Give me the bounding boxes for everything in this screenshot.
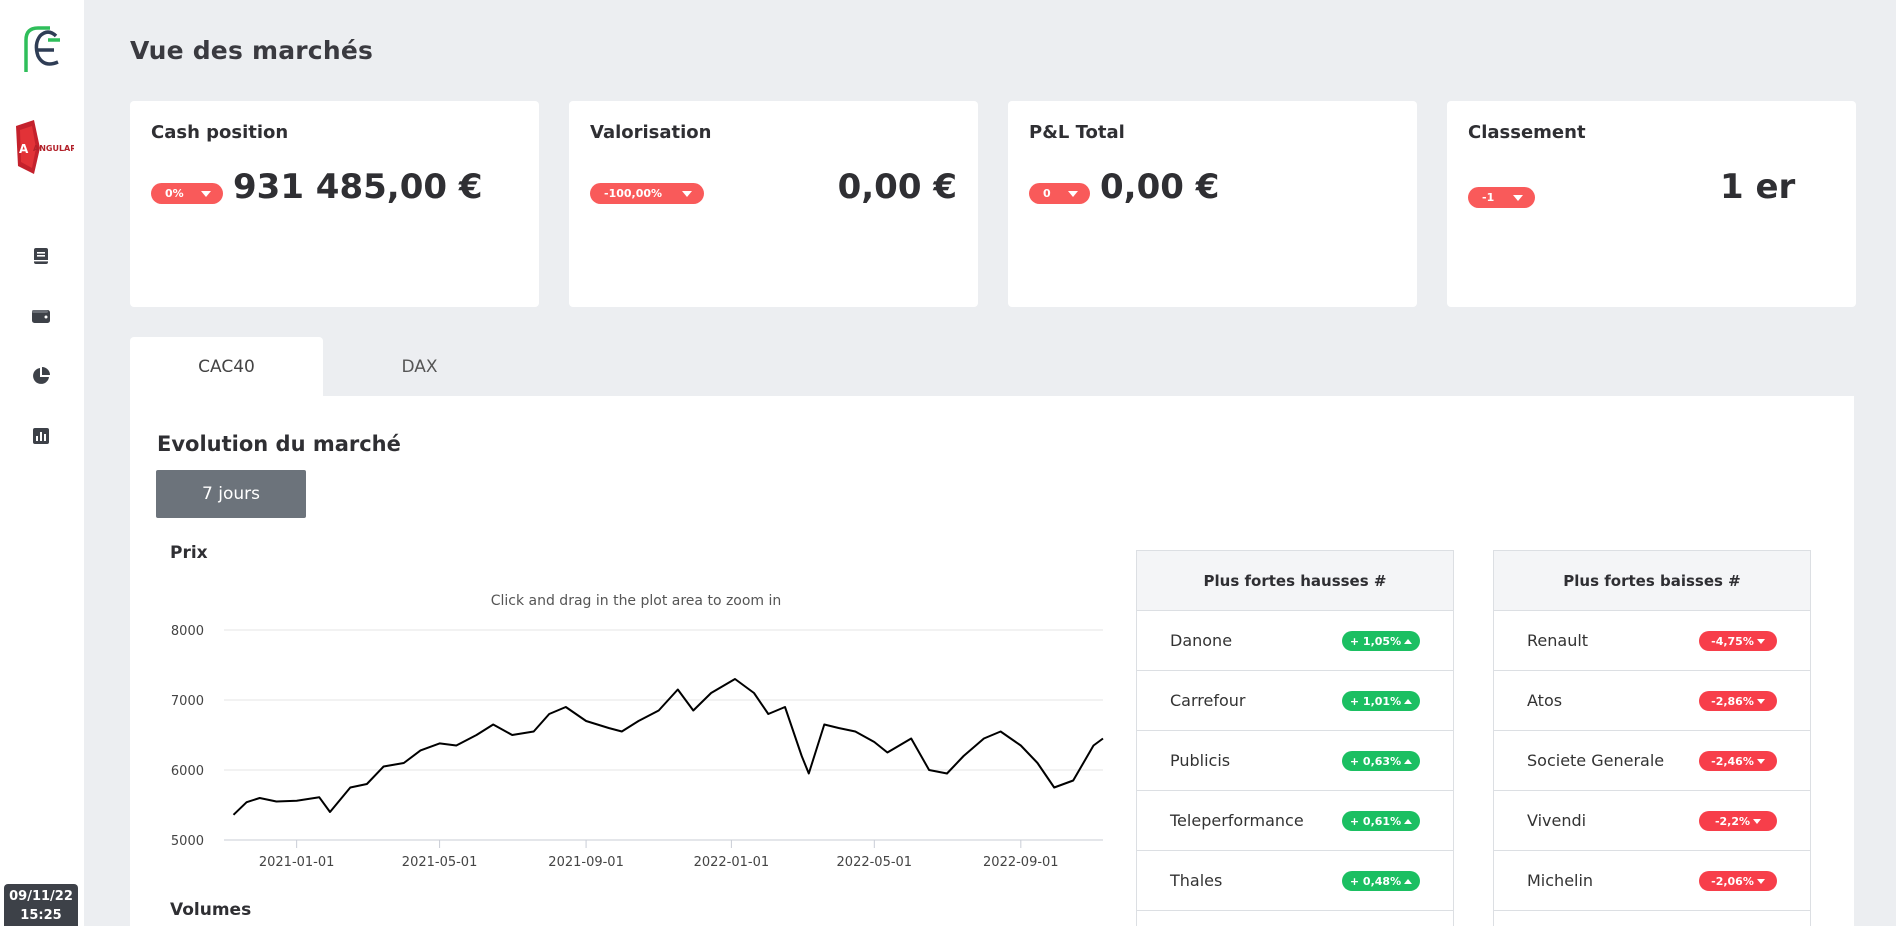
change-pill: + 0,63%	[1342, 751, 1420, 771]
table-header: Plus fortes baisses #	[1494, 551, 1810, 611]
tab-dax[interactable]: DAX	[323, 337, 516, 396]
arrow-up-icon	[1404, 818, 1413, 824]
arrow-up-icon	[1404, 758, 1413, 764]
change-badge: -1	[1468, 187, 1535, 208]
change-pill: -2,06%	[1699, 871, 1777, 891]
y-tick-label: 5000	[171, 834, 204, 849]
arrow-down-icon	[1756, 698, 1765, 704]
pie-chart-icon[interactable]	[30, 365, 52, 387]
arrow-up-icon	[1404, 638, 1413, 644]
stock-name: Vivendi	[1527, 811, 1587, 830]
table-row[interactable]: Michelin -2,06%	[1494, 851, 1810, 911]
tab-cac40[interactable]: CAC40	[130, 337, 323, 396]
card-title: Classement	[1468, 122, 1586, 143]
table-row[interactable]: Thales + 0,48%	[1137, 851, 1453, 911]
stock-name: Societe Generale	[1527, 751, 1665, 770]
card-value: 1 er	[1720, 167, 1796, 207]
price-chart-label: Prix	[170, 543, 208, 563]
chart-subtitle: Click and drag in the plot area to zoom …	[491, 593, 782, 609]
card-title: P&L Total	[1029, 122, 1125, 143]
price-line-chart[interactable]: Click and drag in the plot area to zoom …	[160, 575, 1110, 875]
page-title: Vue des marchés	[130, 36, 374, 65]
period-7-days-button[interactable]: 7 jours	[156, 470, 306, 518]
card-classement: Classement -1 1 er	[1447, 101, 1856, 307]
arrow-down-icon	[1756, 878, 1765, 884]
card-value: 0,00 €	[1100, 167, 1220, 207]
stock-name: Publicis	[1170, 751, 1231, 770]
y-tick-label: 8000	[171, 624, 204, 639]
change-badge: 0%	[151, 183, 223, 204]
current-time: 15:25	[20, 908, 62, 923]
stock-name: Renault	[1527, 631, 1589, 650]
table-header: Plus fortes hausses #	[1137, 551, 1453, 611]
table-row[interactable]: Vivendi -2,2%	[1494, 791, 1810, 851]
card-valorisation: Valorisation -100,00% 0,00 €	[569, 101, 978, 307]
table-row[interactable]: Danone + 1,05%	[1137, 611, 1453, 671]
table-row[interactable]: Societe Generale -2,46%	[1494, 731, 1810, 791]
stock-name: Teleperformance	[1170, 811, 1304, 830]
change-badge: -100,00%	[590, 183, 704, 204]
stock-name: Atos	[1527, 691, 1563, 710]
price-series-line	[232, 678, 1104, 816]
change-pill: + 1,05%	[1342, 631, 1420, 651]
top-losers-table: Plus fortes baisses # Renault -4,75% Ato…	[1493, 550, 1811, 926]
caret-down-icon	[1068, 191, 1078, 197]
top-gainers-table: Plus fortes hausses # Danone + 1,05% Car…	[1136, 550, 1454, 926]
x-tick-label: 2022-05-01	[837, 855, 913, 870]
arrow-down-icon	[1756, 638, 1765, 644]
arrow-down-icon	[1753, 818, 1762, 824]
caret-down-icon	[682, 191, 692, 197]
card-title: Valorisation	[590, 122, 712, 143]
arrow-down-icon	[1756, 758, 1765, 764]
section-title: Evolution du marché	[157, 432, 401, 456]
svg-text:A: A	[19, 142, 29, 156]
caret-down-icon	[201, 191, 211, 197]
table-row[interactable]: Renault -4,75%	[1494, 611, 1810, 671]
change-pill: + 0,48%	[1342, 871, 1420, 891]
bar-chart-icon[interactable]	[30, 425, 52, 447]
clock-display: 09/11/22 15:25	[4, 884, 78, 926]
table-row[interactable]: Carrefour + 1,01%	[1137, 671, 1453, 731]
x-tick-label: 2021-01-01	[259, 855, 335, 870]
x-tick-label: 2022-01-01	[694, 855, 770, 870]
y-tick-label: 6000	[171, 764, 204, 779]
current-date: 09/11/22	[9, 889, 73, 904]
sidebar: A ANGULARJS 09/11/22 15:25	[0, 0, 84, 926]
change-pill: -2,2%	[1699, 811, 1777, 831]
card-cash-position: Cash position 0% 931 485,00 €	[130, 101, 539, 307]
stock-name: Danone	[1170, 631, 1233, 650]
change-pill: -2,86%	[1699, 691, 1777, 711]
card-value: 931 485,00 €	[233, 167, 483, 207]
y-tick-label: 7000	[171, 694, 204, 709]
caret-down-icon	[1513, 195, 1523, 201]
x-tick-label: 2022-09-01	[983, 855, 1059, 870]
change-badge: 0	[1029, 183, 1090, 204]
change-pill: + 0,61%	[1342, 811, 1420, 831]
stock-name: Thales	[1170, 871, 1223, 890]
table-row[interactable]: Teleperformance + 0,61%	[1137, 791, 1453, 851]
stock-name: Michelin	[1527, 871, 1594, 890]
card-value: 0,00 €	[837, 167, 957, 207]
volume-chart-label: Volumes	[170, 900, 252, 920]
table-row[interactable]: Publicis + 0,63%	[1137, 731, 1453, 791]
x-tick-label: 2021-05-01	[402, 855, 478, 870]
card-title: Cash position	[151, 122, 289, 143]
stock-name: Carrefour	[1170, 691, 1246, 710]
arrow-up-icon	[1404, 878, 1413, 884]
change-pill: -4,75%	[1699, 631, 1777, 651]
table-row[interactable]: Atos -2,86%	[1494, 671, 1810, 731]
wallet-icon[interactable]	[30, 305, 52, 327]
book-icon[interactable]	[30, 245, 52, 267]
change-pill: -2,46%	[1699, 751, 1777, 771]
svg-text:ANGULARJS: ANGULARJS	[33, 144, 74, 153]
change-pill: + 1,01%	[1342, 691, 1420, 711]
x-tick-label: 2021-09-01	[548, 855, 624, 870]
arrow-up-icon	[1404, 698, 1413, 704]
card-pnl-total: P&L Total 0 0,00 €	[1008, 101, 1417, 307]
angularjs-logo: A ANGULARJS	[16, 120, 74, 174]
app-logo[interactable]	[20, 22, 66, 78]
